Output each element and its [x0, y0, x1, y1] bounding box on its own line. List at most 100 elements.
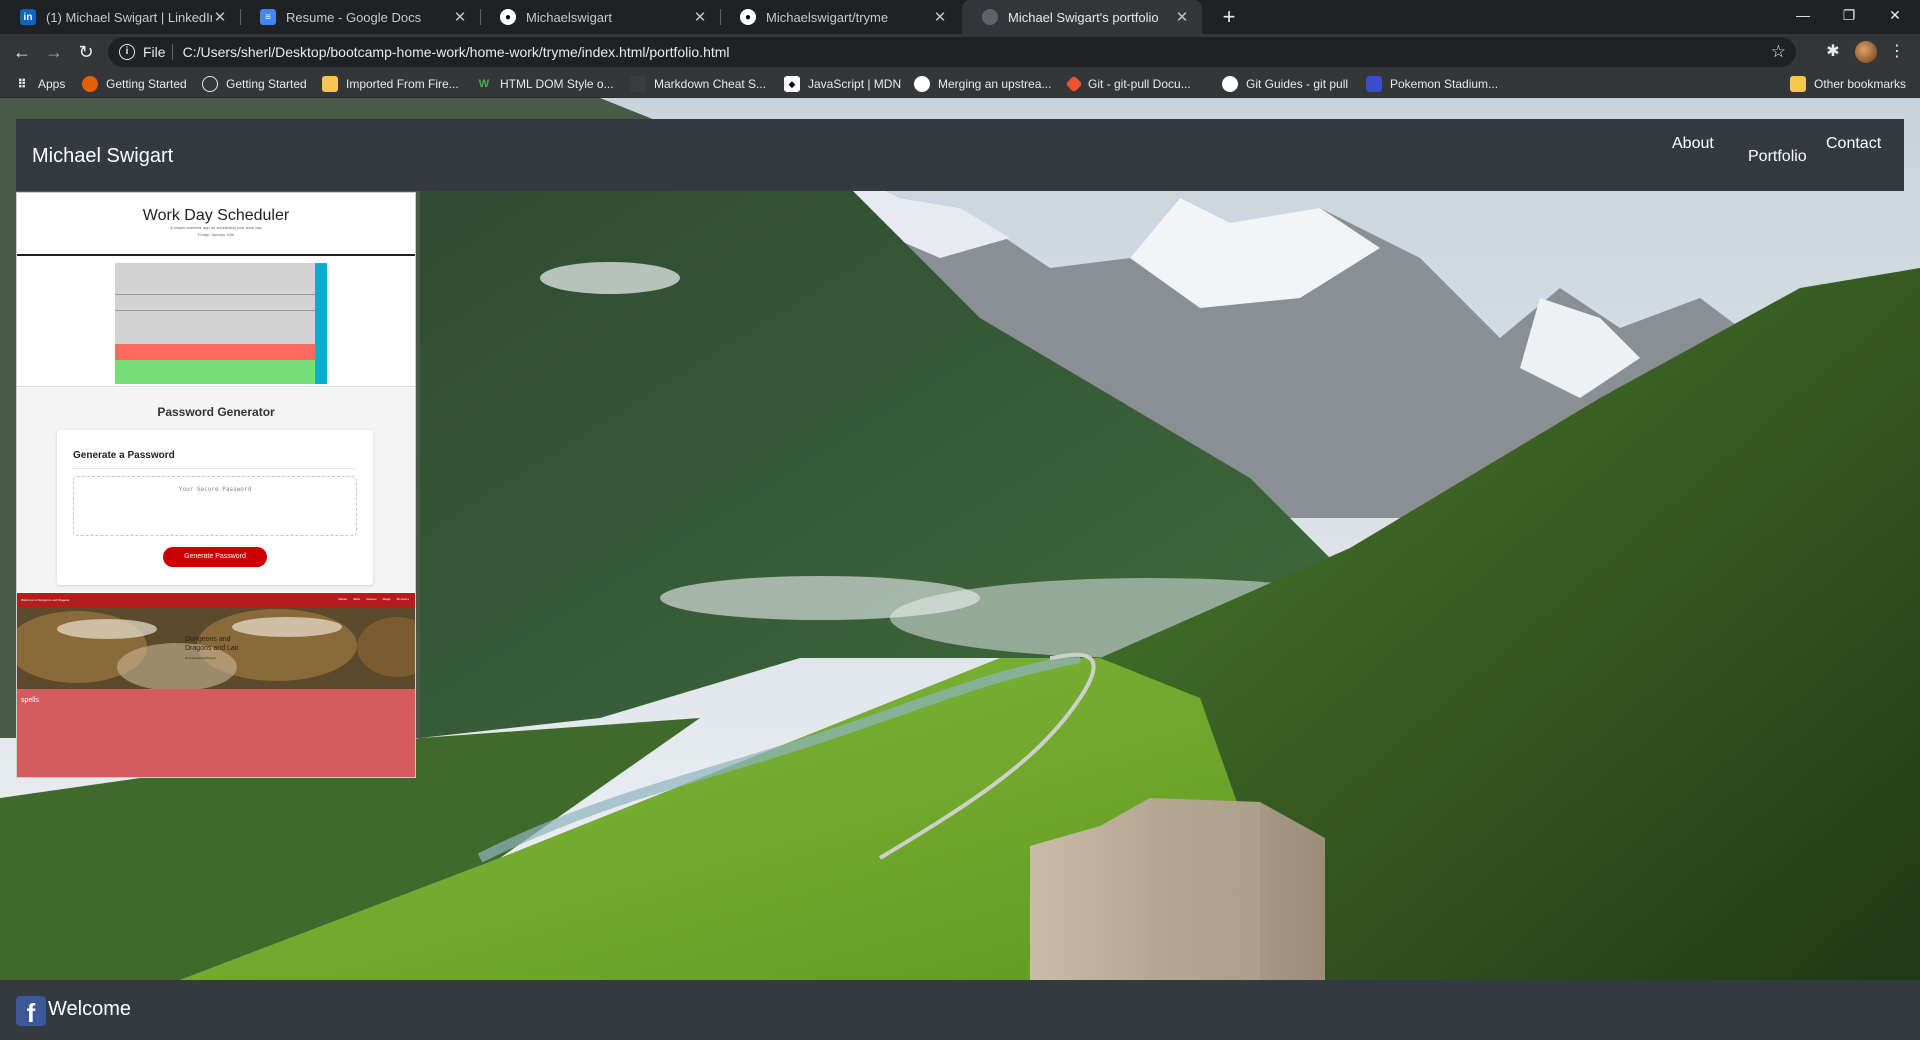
tab-title: Michael Swigart's portfolio — [1008, 9, 1159, 25]
bookmark-label: Getting Started — [106, 77, 187, 91]
hour-row-past — [115, 263, 315, 295]
bookmark-label: Other bookmarks — [1814, 77, 1907, 91]
info-icon[interactable]: i — [119, 44, 135, 60]
github-icon: ● — [740, 9, 756, 25]
password-card-divider — [73, 468, 357, 469]
new-tab-button[interactable]: + — [1216, 4, 1242, 30]
nav-link-portfolio[interactable]: Portfolio — [1748, 148, 1807, 166]
hour-row-past — [115, 311, 315, 344]
dnd-hero-title: Dungeons and Dragons and Lair — [185, 636, 239, 652]
dnd-nav-link: Skills — [352, 597, 360, 601]
close-icon[interactable]: ✕ — [932, 8, 948, 26]
tab-github-repo[interactable]: ● Michaelswigart/tryme ✕ — [720, 0, 960, 34]
dnd-navbar: Welcome to Dungeons and Dragons Races Sk… — [17, 593, 415, 607]
bookmark-other[interactable]: Other bookmarks — [1790, 70, 1906, 98]
nav-link-contact[interactable]: Contact — [1826, 135, 1881, 153]
github-icon — [914, 76, 930, 92]
site-footer: f Welcome — [0, 980, 1920, 1040]
bookmarks-bar: ⠿ Apps Getting Started Getting Started I… — [0, 70, 1920, 98]
tab-title: (1) Michael Swigart | LinkedIn — [46, 9, 212, 25]
close-window-button[interactable]: ✕ — [1872, 0, 1918, 30]
scheduler-divider — [17, 254, 415, 256]
tab-resume[interactable]: ≡ Resume - Google Docs ✕ — [240, 0, 480, 34]
close-icon[interactable]: ✕ — [452, 8, 468, 26]
close-icon[interactable]: ✕ — [1174, 8, 1190, 26]
extensions-icon[interactable]: ✱ — [1822, 41, 1844, 63]
bookmark-label: JavaScript | MDN — [808, 77, 902, 91]
bookmark-html-dom-style[interactable]: W HTML DOM Style o... — [476, 70, 614, 98]
bookmark-label: Git - git-pull Docu... — [1088, 77, 1191, 91]
password-generator-heading: Password Generator — [157, 405, 275, 419]
save-button-column — [315, 263, 327, 384]
dnd-nav-link: Magic — [382, 597, 391, 601]
tab-github-profile[interactable]: ● Michaelswigart ✕ — [480, 0, 720, 34]
bookmark-git-guides[interactable]: Git Guides - git pull — [1222, 70, 1348, 98]
linkedin-icon: in — [20, 9, 36, 25]
generate-password-button: Generate Password — [163, 547, 267, 567]
password-card-title: Generate a Password — [73, 450, 175, 461]
bookmark-javascript-mdn[interactable]: ◆ JavaScript | MDN — [784, 70, 901, 98]
bookmark-pokemon-stadium[interactable]: Pokemon Stadium... — [1366, 70, 1498, 98]
nav-link-about[interactable]: About — [1672, 135, 1714, 153]
back-button[interactable]: ← — [8, 38, 36, 66]
bookmark-folder-imported[interactable]: Imported From Fire... — [322, 70, 459, 98]
password-textarea: Your Secure Password — [73, 476, 357, 536]
mdn-icon: ◆ — [784, 76, 800, 92]
project-work-day-scheduler[interactable]: Work Day Scheduler A simple calendar app… — [17, 193, 415, 387]
google-docs-icon: ≡ — [260, 9, 276, 25]
browser-toolbar: ← → ↻ i File C:/Users/sherl/Desktop/boot… — [0, 34, 1920, 70]
bookmark-label: Merging an upstrea... — [938, 77, 1052, 91]
bookmark-getting-started-firefox[interactable]: Getting Started — [82, 70, 187, 98]
bookmark-git-pull-docs[interactable]: Git - git-pull Docu... — [1065, 70, 1191, 98]
bookmark-label: Getting Started — [226, 77, 307, 91]
url-text[interactable]: C:/Users/sherl/Desktop/bootcamp-home-wor… — [183, 44, 730, 60]
project-password-generator[interactable]: Password Generator Generate a Password Y… — [17, 388, 415, 592]
tab-title: Michaelswigart/tryme — [766, 9, 889, 25]
brand-name[interactable]: Michael Swigart — [32, 145, 173, 168]
close-icon[interactable]: ✕ — [212, 8, 228, 26]
hour-row-past — [115, 295, 315, 311]
tab-title: Resume - Google Docs — [286, 9, 422, 25]
tab-portfolio[interactable]: Michael Swigart's portfolio ✕ — [962, 0, 1202, 34]
markdown-icon — [630, 76, 646, 92]
firefox-icon — [82, 76, 98, 92]
password-card: Generate a Password Your Secure Password… — [57, 430, 373, 585]
github-icon — [1222, 76, 1238, 92]
bookmark-label: Apps — [38, 77, 66, 91]
address-bar[interactable]: i File C:/Users/sherl/Desktop/bootcamp-h… — [108, 37, 1796, 67]
minimize-button[interactable]: — — [1780, 0, 1826, 30]
portfolio-column: Work Day Scheduler A simple calendar app… — [16, 192, 416, 778]
url-divider — [171, 44, 173, 60]
bookmark-markdown-cheat[interactable]: Markdown Cheat S... — [630, 70, 766, 98]
restore-button[interactable]: ❐ — [1826, 0, 1872, 30]
w3schools-icon: W — [478, 78, 490, 90]
tab-linkedin[interactable]: in (1) Michael Swigart | LinkedIn ✕ — [0, 0, 240, 34]
facebook-icon[interactable]: f — [16, 996, 46, 1026]
bookmark-merging-upstream[interactable]: Merging an upstrea... — [914, 70, 1051, 98]
reload-button[interactable]: ↻ — [72, 38, 100, 66]
dnd-hero-subtitle: An Inspirational Project — [185, 656, 216, 660]
dnd-brand: Welcome to Dungeons and Dragons — [21, 598, 70, 602]
dnd-nav-link: Races — [338, 597, 347, 601]
bookmark-star-icon[interactable]: ☆ — [1771, 42, 1786, 62]
project-dungeons-and-dragons[interactable]: Welcome to Dungeons and Dragons Races Sk… — [17, 593, 415, 777]
close-icon[interactable]: ✕ — [692, 8, 708, 26]
scheduler-subtitle: A simple calendar app for scheduling you… — [170, 225, 262, 230]
forward-button[interactable]: → — [40, 38, 68, 66]
hour-row-future — [115, 360, 315, 384]
dnd-nav-link: Monsters — [396, 597, 409, 601]
dnd-spells-label: spells — [21, 697, 39, 704]
apps-grid-icon: ⠿ — [17, 77, 27, 91]
bookmark-getting-started[interactable]: Getting Started — [202, 70, 307, 98]
dnd-nav-link: Classes — [365, 597, 377, 601]
browser-tab-strip: in (1) Michael Swigart | LinkedIn ✕ ≡ Re… — [0, 0, 1920, 34]
menu-kebab-icon[interactable]: ⋮ — [1886, 41, 1908, 63]
site-navbar: Michael Swigart About Portfolio Contact — [16, 119, 1904, 191]
folder-icon — [1790, 76, 1806, 92]
page-viewport: Michael Swigart About Portfolio Contact … — [0, 98, 1920, 1040]
bookmark-apps[interactable]: ⠿ Apps — [14, 70, 65, 98]
github-icon: ● — [500, 9, 516, 25]
pokemon-icon — [1366, 76, 1382, 92]
bookmark-label: Pokemon Stadium... — [1390, 77, 1499, 91]
profile-avatar[interactable] — [1855, 41, 1877, 63]
